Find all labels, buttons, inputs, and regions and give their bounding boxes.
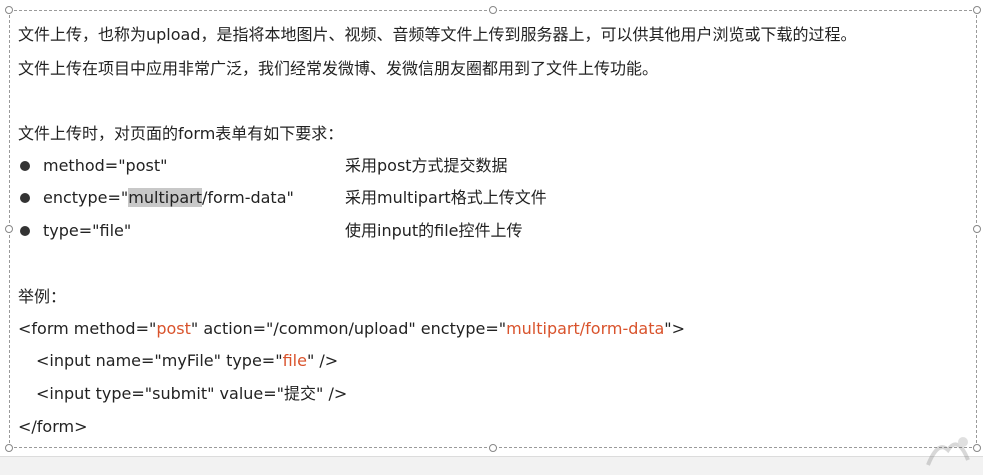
bullet-icon <box>20 193 30 203</box>
code-keyword: file <box>282 351 307 370</box>
requirement-item: method="post" 采用post方式提交数据 <box>18 155 918 177</box>
code-text: "> <box>664 319 686 338</box>
requirement-item: type="file" 使用input的file控件上传 <box>18 220 918 242</box>
usage-paragraph: 文件上传在项目中应用非常广泛，我们经常发微博、发微信朋友圈都用到了文件上传功能。 <box>18 59 659 78</box>
code-text: <input name="myFile" type=" <box>36 351 283 370</box>
resize-handle-bottom-center[interactable] <box>489 444 497 452</box>
requirement-attr: type="file" <box>43 221 132 240</box>
code-keyword: multipart/form-data <box>506 319 665 338</box>
resize-handle-middle-left[interactable] <box>5 225 13 233</box>
resize-handle-top-center[interactable] <box>489 6 497 14</box>
code-text: " /> <box>306 351 339 370</box>
requirement-attr: method="post" <box>43 156 168 175</box>
code-line-input-submit: <input type="submit" value="提交" /> <box>36 384 348 403</box>
resize-handle-bottom-left[interactable] <box>5 444 13 452</box>
requirement-item: enctype="multipart/form-data" 采用multipar… <box>18 187 918 209</box>
attr-prefix: enctype=" <box>43 188 129 207</box>
bullet-icon <box>20 226 30 236</box>
attr-suffix: /form-data" <box>202 188 294 207</box>
code-line-form-close: </form> <box>18 417 88 436</box>
requirement-attr: enctype="multipart/form-data" <box>43 187 294 209</box>
requirement-desc: 使用input的file控件上传 <box>345 221 523 240</box>
resize-handle-top-right[interactable] <box>973 6 981 14</box>
bottom-strip <box>0 456 983 475</box>
example-title: 举例： <box>18 287 67 306</box>
code-line-form-open: <form method="post" action="/common/uplo… <box>18 318 685 340</box>
requirement-desc: 采用multipart格式上传文件 <box>345 188 547 207</box>
requirements-title: 文件上传时，对页面的form表单有如下要求： <box>18 124 344 143</box>
watermark-logo-icon <box>926 437 970 466</box>
intro-paragraph: 文件上传，也称为upload，是指将本地图片、视频、音频等文件上传到服务器上，可… <box>18 25 857 44</box>
requirement-desc: 采用post方式提交数据 <box>345 156 508 175</box>
resize-handle-top-left[interactable] <box>5 6 13 14</box>
code-keyword: post <box>156 319 191 338</box>
code-text: <form method=" <box>18 319 157 338</box>
bullet-icon <box>20 161 30 171</box>
code-text: " action="/common/upload" enctype=" <box>190 319 507 338</box>
selected-text[interactable]: multipart <box>128 188 202 207</box>
code-line-input-file: <input name="myFile" type="file" /> <box>36 350 338 372</box>
resize-handle-middle-right[interactable] <box>973 225 981 233</box>
